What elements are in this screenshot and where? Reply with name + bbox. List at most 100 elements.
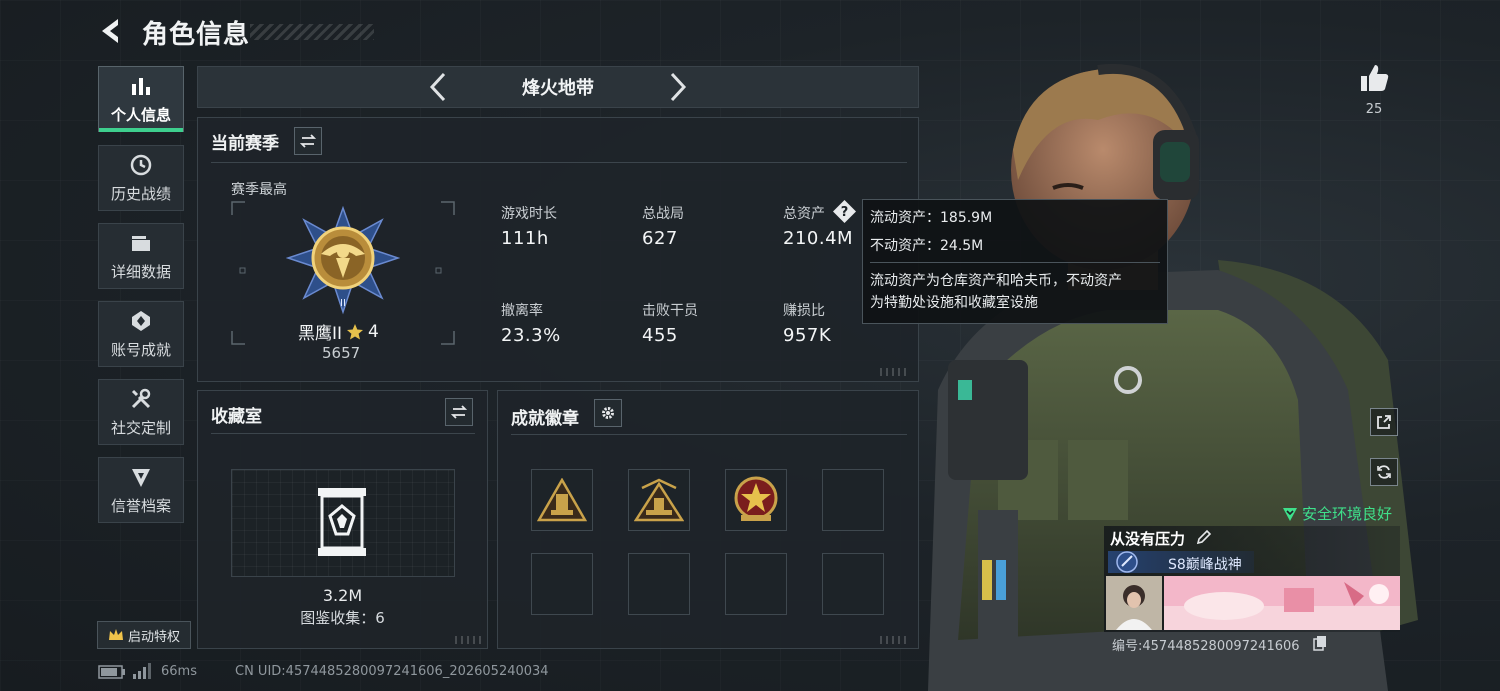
badge-slot[interactable] xyxy=(531,469,593,531)
copy-icon[interactable] xyxy=(1312,635,1328,651)
tooltip-fixed-assets: 不动资产：24.5M xyxy=(870,238,984,254)
sidebar-item-label: 历史战绩 xyxy=(110,184,171,203)
bar-chart-icon xyxy=(132,77,150,95)
rank-name-row: 黑鹰II 4 xyxy=(298,319,379,345)
share-icon xyxy=(1377,415,1391,429)
tools-icon xyxy=(131,388,151,408)
swap-icon xyxy=(451,405,467,419)
badge-rank-1-icon xyxy=(537,478,587,522)
safety-status: 安全环境良好 xyxy=(1282,503,1392,524)
stat-extract-value: 23.3% xyxy=(501,325,561,346)
season-switch-button[interactable] xyxy=(294,127,322,155)
badges-title: 成就徽章 xyxy=(511,409,579,429)
name-card-banner xyxy=(1164,576,1400,630)
sidebar-item-label: 账号成就 xyxy=(110,340,171,359)
edit-pencil-icon[interactable] xyxy=(1196,529,1212,545)
prev-mode-arrow-icon[interactable] xyxy=(422,70,456,104)
sidebar-item-personal-info[interactable]: 个人信息 xyxy=(98,66,184,132)
back-arrow-icon[interactable] xyxy=(96,16,126,46)
stat-kills-label: 击败干员 xyxy=(642,303,698,319)
badge-slot[interactable] xyxy=(725,469,787,531)
stat-playtime-label: 游戏时长 xyxy=(501,206,557,222)
thumbs-up-icon[interactable] xyxy=(1358,62,1390,94)
player-title: S8巅峰战神 xyxy=(1168,557,1242,573)
sidebar-item-credit[interactable]: 信誉档案 xyxy=(98,457,184,523)
sidebar-item-label: 社交定制 xyxy=(110,418,171,437)
sidebar-item-detail-data[interactable]: 详细数据 xyxy=(98,223,184,289)
swap-icon xyxy=(300,134,316,148)
badges-settings-button[interactable] xyxy=(594,399,622,427)
title-decoration xyxy=(250,24,374,40)
refresh-button[interactable] xyxy=(1370,458,1398,486)
panel-corner-mark xyxy=(455,636,481,644)
sidebar-item-label: 个人信息 xyxy=(110,105,171,124)
svg-text:?: ? xyxy=(841,205,849,220)
avatar[interactable] xyxy=(1106,576,1162,630)
share-button[interactable] xyxy=(1370,408,1398,436)
next-mode-arrow-icon[interactable] xyxy=(660,70,694,104)
tooltip-description-line2: 为特勤处设施和收藏室设施 xyxy=(870,295,1038,311)
credit-icon xyxy=(132,468,150,487)
badge-slot-empty[interactable] xyxy=(628,553,690,615)
title-emblem-icon xyxy=(1116,551,1138,573)
folder-icon xyxy=(132,235,150,251)
sidebar-item-achievements[interactable]: 账号成就 xyxy=(98,301,184,367)
ping-value: 66ms xyxy=(161,664,197,679)
badge-slot-empty[interactable] xyxy=(725,553,787,615)
badges-divider xyxy=(511,434,907,435)
collection-divider xyxy=(211,433,475,434)
star-icon xyxy=(347,323,364,339)
stat-playtime-value: 111h xyxy=(501,228,549,249)
stat-assets-value: 210.4M xyxy=(783,228,854,249)
stat-matches-label: 总战局 xyxy=(642,206,684,222)
sidebar-item-label: 信誉档案 xyxy=(110,496,171,515)
collection-value: 3.2M xyxy=(322,586,363,605)
rank-medal-icon: II xyxy=(286,206,400,315)
signal-icon xyxy=(133,663,151,679)
gear-icon xyxy=(602,407,614,419)
privilege-button[interactable]: 启动特权 xyxy=(97,621,191,649)
crown-icon xyxy=(108,629,123,640)
sidebar-item-history[interactable]: 历史战绩 xyxy=(98,145,184,211)
rank-stars: 4 xyxy=(368,321,379,342)
stat-extract-label: 撤离率 xyxy=(501,303,543,319)
season-title: 当前赛季 xyxy=(211,134,279,154)
collection-switch-button[interactable] xyxy=(445,398,473,426)
sidebar-item-social[interactable]: 社交定制 xyxy=(98,379,184,445)
player-uid: 编号:4574485280097241606 xyxy=(1112,639,1300,654)
stat-ratio-value: 957K xyxy=(783,325,832,346)
stat-kills-value: 455 xyxy=(642,325,678,346)
badge-slot-empty[interactable] xyxy=(531,553,593,615)
safety-status-label: 安全环境良好 xyxy=(1302,505,1393,523)
collection-title: 收藏室 xyxy=(211,407,262,427)
history-icon xyxy=(130,154,152,175)
sidebar-item-label: 详细数据 xyxy=(110,262,171,281)
svg-text:II: II xyxy=(340,298,346,309)
panel-corner-mark xyxy=(880,636,906,644)
badge-rank-2-icon xyxy=(634,478,684,522)
panel-corner-mark xyxy=(880,368,906,376)
stat-matches-value: 627 xyxy=(642,228,678,249)
achievement-icon xyxy=(132,310,150,331)
help-icon[interactable]: ? xyxy=(832,199,857,224)
tooltip-divider xyxy=(870,262,1160,263)
season-best-label: 赛季最高 xyxy=(231,182,287,198)
rank-score: 5657 xyxy=(322,344,361,362)
tooltip-liquid-assets: 流动资产：185.9M xyxy=(870,210,993,226)
rank-name: 黑鹰II xyxy=(298,324,343,344)
season-divider xyxy=(211,162,907,163)
privilege-label: 启动特权 xyxy=(127,629,180,645)
badge-slot-empty[interactable] xyxy=(822,469,884,531)
badge-slot-empty[interactable] xyxy=(822,553,884,615)
badge-slot[interactable] xyxy=(628,469,690,531)
refresh-icon xyxy=(1377,465,1391,479)
tooltip-description-line1: 流动资产为仓库资产和哈夫币，不动资产 xyxy=(870,273,1122,289)
collection-case-icon xyxy=(318,488,366,556)
player-name: 从没有压力 xyxy=(1110,530,1186,548)
badge-star-icon xyxy=(734,476,778,521)
like-count: 25 xyxy=(1365,102,1383,117)
stat-ratio-label: 赚损比 xyxy=(783,303,825,319)
collection-count: 图鉴收集：6 xyxy=(300,609,385,627)
stat-assets-label: 总资产 xyxy=(783,206,825,222)
footer-uid: CN UID:4574485280097241606_202605240034 xyxy=(235,664,549,679)
